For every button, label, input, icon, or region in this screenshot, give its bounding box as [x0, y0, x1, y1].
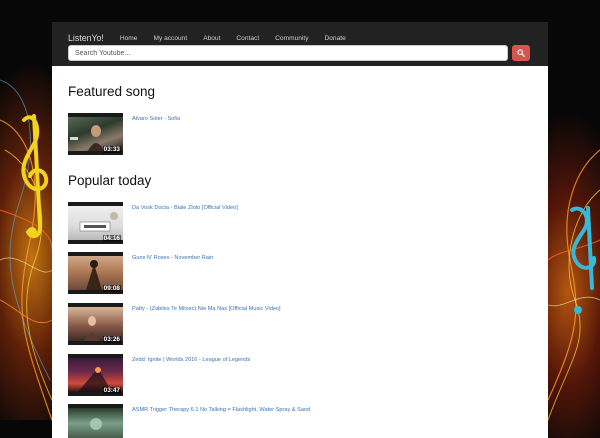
video-duration: 03:26 [102, 336, 121, 343]
video-thumbnail[interactable] [68, 404, 123, 438]
video-thumbnail[interactable]: 04:16 [68, 202, 123, 244]
brand-logo[interactable]: ListenYo! [68, 33, 104, 43]
video-title-link[interactable]: Da Vosk Docta - Biale Zloto [Official Vi… [132, 205, 238, 211]
video-thumbnail[interactable]: 03:26 [68, 303, 123, 345]
nav-link-about[interactable]: About [203, 35, 220, 42]
video-duration: 03:47 [102, 387, 121, 394]
video-title-link[interactable]: Alvaro Soler - Sofia [132, 116, 180, 122]
video-title-link[interactable]: Patty - (Zabiles Te Milosc) Nie Ma Nas [… [132, 306, 281, 312]
nav-link-contact[interactable]: Contact [236, 35, 259, 42]
popular-heading: Popular today [68, 173, 152, 188]
video-title-link[interactable]: Guns N' Roses - November Rain [132, 255, 213, 261]
video-thumbnail[interactable]: 03:33 [68, 113, 123, 155]
nav-link-home[interactable]: Home [120, 35, 138, 42]
video-title-link[interactable]: Zedd: Ignite | Worlds 2016 - League of L… [132, 357, 250, 363]
search-icon [517, 49, 525, 57]
video-item[interactable]: 03:47 Zedd: Ignite | Worlds 2016 - Leagu… [68, 354, 488, 396]
thumbnail-artwork [90, 418, 102, 430]
video-duration: 09:08 [102, 285, 121, 292]
video-duration: 03:33 [102, 146, 121, 153]
treble-clef-right-icon [570, 206, 597, 290]
video-duration: 04:16 [102, 235, 121, 242]
nav-link-my-account[interactable]: My account [153, 35, 187, 42]
nav-link-community[interactable]: Community [275, 35, 308, 42]
video-item[interactable]: 04:16 Da Vosk Docta - Biale Zloto [Offic… [68, 202, 488, 244]
nav-link-donate[interactable]: Donate [325, 35, 346, 42]
featured-heading: Featured song [68, 84, 156, 99]
video-thumbnail[interactable]: 03:47 [68, 354, 123, 396]
video-thumbnail[interactable]: 09:08 [68, 252, 123, 294]
video-item[interactable]: 03:33 Alvaro Soler - Sofia [68, 113, 488, 155]
search-input[interactable] [68, 45, 508, 61]
navbar: ListenYo! Home My account About Contact … [52, 22, 548, 66]
video-item[interactable]: 03:26 Patty - (Zabiles Te Milosc) Nie Ma… [68, 303, 488, 345]
video-item[interactable]: 09:08 Guns N' Roses - November Rain [68, 252, 488, 294]
main-panel: ListenYo! Home My account About Contact … [52, 22, 548, 438]
search-bar [68, 45, 532, 63]
video-item[interactable]: ASMR Trigger Therapy 6.1 No Talking = Fl… [68, 404, 488, 438]
video-title-link[interactable]: ASMR Trigger Therapy 6.1 No Talking = Fl… [132, 407, 310, 413]
search-button[interactable] [512, 45, 530, 61]
